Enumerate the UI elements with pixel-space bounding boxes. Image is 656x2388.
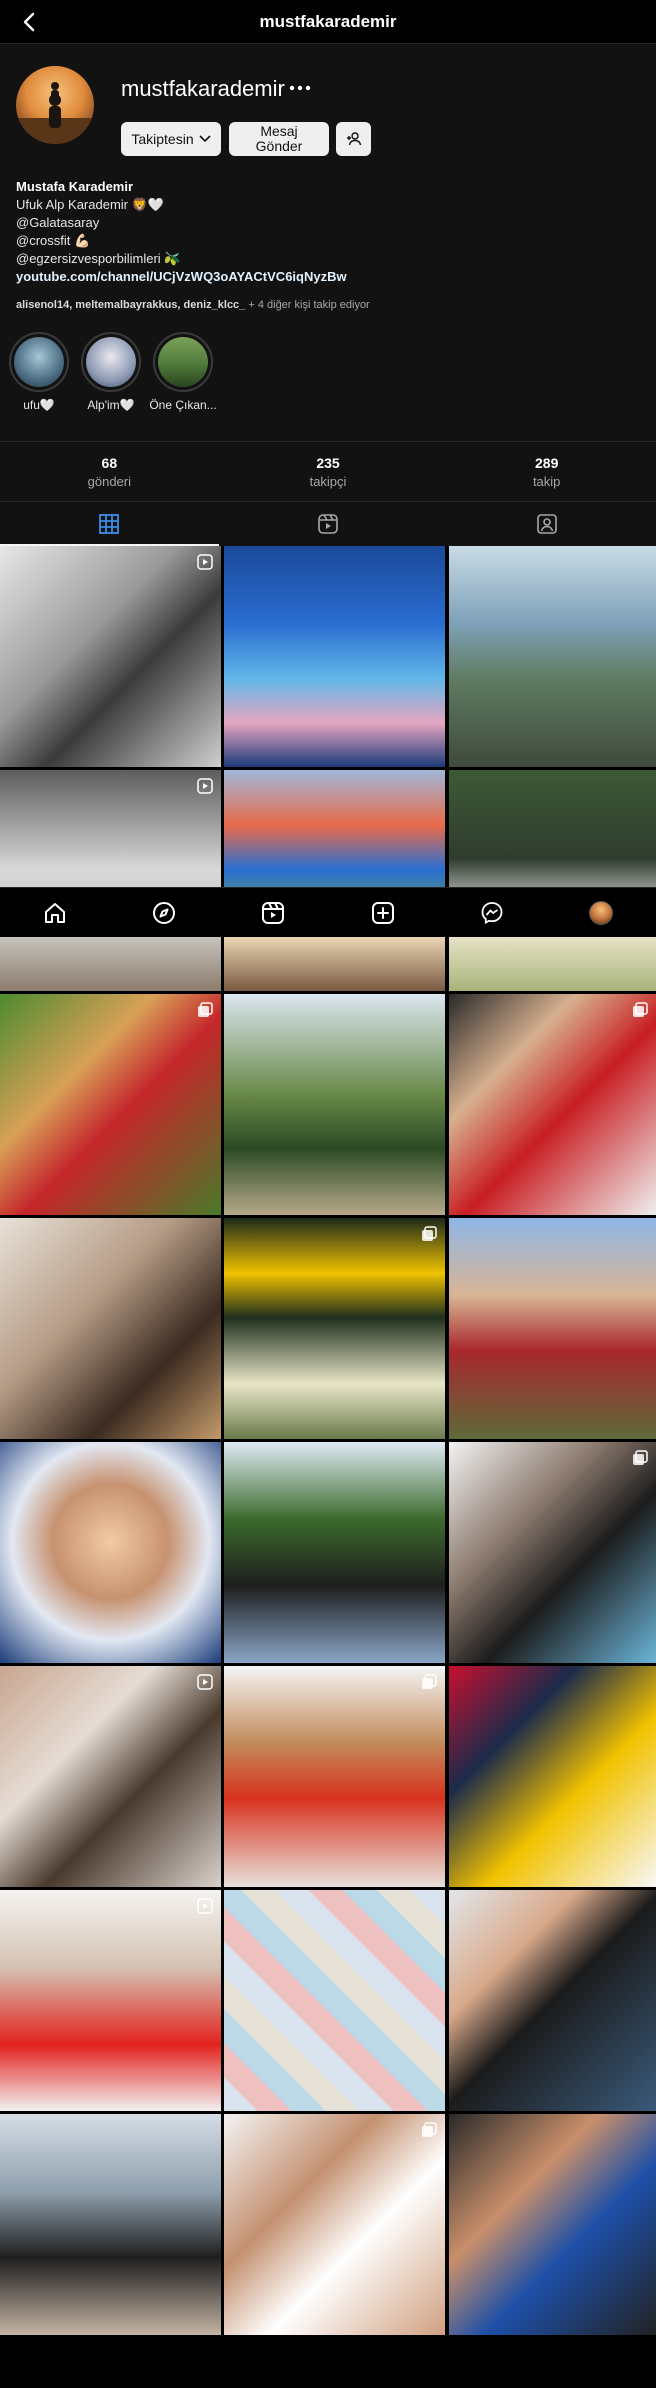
followed-by-rest: + 4 diğer kişi takip ediyor xyxy=(245,299,370,311)
bio-external-link[interactable]: youtube.com/channel/UCjVzWQ3oAYACtVC6iqN… xyxy=(16,268,636,286)
bio-line: Ufuk Alp Karademir 🦁🤍 xyxy=(16,197,164,212)
tab-tagged[interactable] xyxy=(437,502,656,546)
more-options-icon[interactable] xyxy=(287,78,313,98)
post-thumbnail[interactable] xyxy=(224,994,445,1215)
page-title: mustfakarademir xyxy=(259,11,397,31)
profile-avatar xyxy=(589,900,614,925)
followed-by-names: alisenol14, meltemalbayrakkus, deniz_klc… xyxy=(16,299,246,311)
post-thumbnail[interactable] xyxy=(0,1442,221,1663)
profile-bio: Mustafa Karademir Ufuk Alp Karademir 🦁🤍 … xyxy=(16,178,636,286)
profile-tabs xyxy=(0,502,656,546)
stat-label: takip xyxy=(532,473,561,489)
tagged-icon xyxy=(536,514,557,534)
highlight-item[interactable]: Öne Çıkan... xyxy=(149,332,217,412)
top-bar: mustfakarademir xyxy=(0,0,656,44)
stat-posts[interactable]: 68 gönderi xyxy=(0,442,219,501)
highlight-item[interactable]: Alp'im🤍 xyxy=(80,332,142,412)
post-thumbnail[interactable] xyxy=(0,1218,221,1439)
nav-messenger[interactable] xyxy=(479,900,505,926)
multi-photo-icon xyxy=(633,1450,648,1465)
post-thumbnail[interactable] xyxy=(449,1442,656,1663)
add-person-icon xyxy=(346,132,361,146)
nav-reels[interactable] xyxy=(260,900,286,926)
post-thumbnail[interactable] xyxy=(0,937,221,991)
post-thumbnail[interactable] xyxy=(449,1218,656,1439)
tab-reels[interactable] xyxy=(219,502,438,546)
nav-new-post[interactable] xyxy=(370,900,396,926)
highlight-label: Öne Çıkan... xyxy=(149,398,217,412)
story-highlights: ufu🤍 Alp'im🤍 Öne Çıkan... xyxy=(8,332,217,412)
message-button-label: Mesaj Gönder xyxy=(255,123,303,154)
reel-badge-icon xyxy=(197,1674,213,1690)
stat-value: 235 xyxy=(316,454,340,471)
reel-badge-icon xyxy=(197,554,213,570)
post-thumbnail[interactable] xyxy=(0,1666,221,1887)
profile-username: mustfakarademir xyxy=(121,76,285,101)
highlight-item[interactable]: ufu🤍 xyxy=(8,332,70,412)
post-thumbnail[interactable] xyxy=(0,1890,221,2111)
new-post-icon xyxy=(371,901,394,924)
stat-label: takipçi xyxy=(309,473,347,489)
followed-by[interactable]: alisenol14, meltemalbayrakkus, deniz_klc… xyxy=(16,299,370,311)
stat-value: 68 xyxy=(101,454,118,471)
reels-icon xyxy=(262,901,285,924)
bio-mention-galatasaray[interactable]: @Galatasaray xyxy=(16,214,636,232)
post-thumbnail[interactable] xyxy=(224,1442,445,1663)
multi-photo-icon xyxy=(198,1002,213,1017)
post-thumbnail[interactable] xyxy=(449,1666,656,1887)
nav-profile[interactable] xyxy=(588,900,614,926)
bio-mention-crossfit[interactable]: @crossfit 💪🏻 xyxy=(16,232,636,250)
post-thumbnail[interactable] xyxy=(224,1666,445,1887)
post-thumbnail[interactable] xyxy=(449,546,656,767)
stat-following[interactable]: 289 takip xyxy=(437,442,656,501)
multi-photo-icon xyxy=(422,2122,437,2137)
post-thumbnail[interactable] xyxy=(449,937,656,991)
profile-header: mustfakarademir Takiptesin Mesaj Gönder … xyxy=(0,44,656,441)
post-thumbnail[interactable] xyxy=(224,1890,445,2111)
profile-stats: 68 gönderi 235 takipçi 289 takip xyxy=(0,441,656,502)
highlight-label: ufu🤍 xyxy=(23,398,55,412)
stat-value: 289 xyxy=(535,454,559,471)
bio-mention-egzersiz[interactable]: @egzersizvesporbilimleri 🫒 xyxy=(16,250,636,268)
reel-badge-icon xyxy=(197,1898,213,1914)
post-thumbnail[interactable] xyxy=(224,2114,445,2335)
grid-icon xyxy=(99,514,120,534)
nav-explore[interactable] xyxy=(151,900,177,926)
following-button-label: Takiptesin xyxy=(131,130,194,147)
post-thumbnail[interactable] xyxy=(0,2114,221,2335)
highlight-label: Alp'im🤍 xyxy=(87,398,135,412)
tab-grid[interactable] xyxy=(0,502,219,546)
following-button[interactable]: Takiptesin xyxy=(121,122,221,156)
post-thumbnail[interactable] xyxy=(449,2114,656,2335)
post-thumbnail[interactable] xyxy=(449,994,656,1215)
post-thumbnail[interactable] xyxy=(224,1218,445,1439)
suggested-users-button[interactable] xyxy=(336,122,371,156)
post-thumbnail[interactable] xyxy=(0,994,221,1215)
messenger-icon xyxy=(481,901,503,924)
stat-label: gönderi xyxy=(87,473,132,489)
bottom-navigation xyxy=(0,887,656,937)
multi-photo-icon xyxy=(633,1002,648,1017)
post-thumbnail[interactable] xyxy=(0,546,221,767)
reel-badge-icon xyxy=(197,778,213,794)
profile-full-name: Mustafa Karademir xyxy=(16,179,134,194)
post-thumbnail[interactable] xyxy=(449,1890,656,2111)
chevron-down-icon xyxy=(199,135,211,143)
home-icon xyxy=(44,902,65,923)
post-thumbnail[interactable] xyxy=(224,937,445,991)
multi-photo-icon xyxy=(422,1674,437,1689)
post-thumbnail[interactable] xyxy=(224,546,445,767)
nav-home[interactable] xyxy=(42,900,68,926)
stat-followers[interactable]: 235 takipçi xyxy=(219,442,438,501)
multi-photo-icon xyxy=(422,1226,437,1241)
reels-icon xyxy=(318,514,338,534)
explore-icon xyxy=(152,901,175,924)
profile-avatar[interactable] xyxy=(16,66,94,144)
back-arrow-icon[interactable] xyxy=(18,10,42,34)
message-button[interactable]: Mesaj Gönder xyxy=(229,122,329,156)
